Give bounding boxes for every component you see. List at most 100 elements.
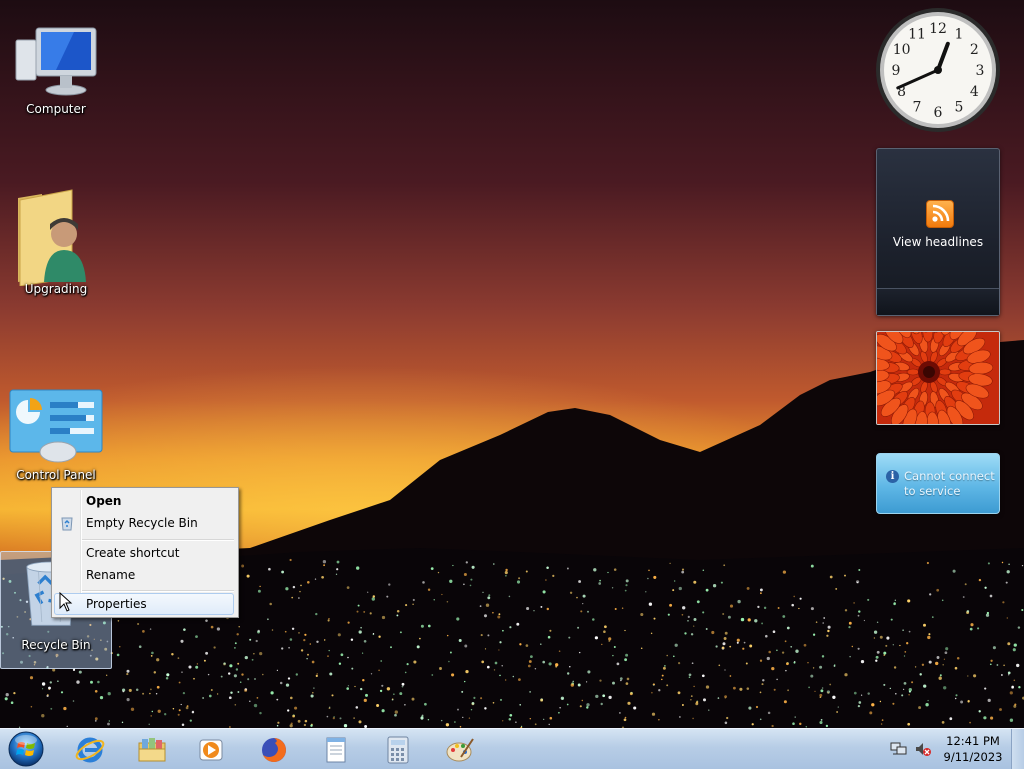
city-light (880, 723, 883, 725)
city-light (555, 665, 558, 668)
city-light (1005, 581, 1008, 584)
city-light (625, 579, 629, 583)
city-light (516, 622, 520, 626)
city-light (903, 682, 907, 685)
menu-item-properties[interactable]: Properties (54, 593, 234, 615)
city-light (799, 597, 802, 600)
city-light (767, 711, 771, 715)
start-button[interactable] (6, 730, 46, 768)
city-light (546, 566, 549, 570)
city-light (784, 640, 787, 643)
city-light (234, 647, 236, 649)
show-desktop-button[interactable] (1011, 729, 1024, 769)
city-light (329, 672, 333, 676)
city-light (498, 649, 500, 651)
city-light (358, 720, 362, 724)
city-light (820, 719, 823, 721)
city-light (480, 697, 483, 700)
city-light (94, 689, 98, 693)
city-light (776, 649, 778, 652)
menu-item-label: Empty Recycle Bin (86, 516, 198, 530)
network-icon[interactable] (890, 741, 908, 757)
clock-numeral: 10 (893, 42, 911, 58)
city-light (791, 603, 794, 607)
city-light (121, 721, 124, 724)
city-light (138, 645, 142, 649)
menu-item-open[interactable]: Open (54, 490, 234, 512)
city-light (381, 709, 385, 713)
upgrading-folder-desktop-icon[interactable]: Upgrading (6, 186, 106, 296)
weather-gadget[interactable]: i Cannot connect to service (876, 453, 1000, 514)
view-headlines-link[interactable]: View headlines (877, 235, 999, 249)
city-light (299, 590, 301, 593)
city-light (851, 645, 853, 648)
city-light (911, 681, 914, 684)
city-light (220, 675, 223, 678)
city-light (919, 673, 922, 676)
taskbar-notepad[interactable] (308, 731, 364, 767)
taskbar-clock-date[interactable]: 9/11/2023 (940, 750, 1006, 764)
city-light (238, 625, 240, 628)
city-light (708, 709, 710, 711)
city-light (253, 653, 255, 655)
city-light (464, 644, 468, 648)
city-light (558, 650, 561, 652)
city-light (452, 564, 454, 567)
clock-gadget[interactable]: 12 1234567891011 (874, 6, 1002, 134)
city-light (542, 590, 546, 594)
taskbar-calculator[interactable] (370, 731, 426, 767)
menu-item-empty-recycle-bin[interactable]: Empty Recycle Bin (54, 512, 234, 534)
city-light (307, 653, 309, 656)
city-light (611, 587, 614, 589)
computer-desktop-icon[interactable]: Computer (6, 22, 106, 116)
internet-explorer-icon (75, 737, 105, 763)
city-light (292, 585, 296, 589)
city-light (277, 721, 280, 724)
city-light (493, 563, 495, 565)
speaker-muted-icon[interactable] (914, 741, 932, 757)
city-light (810, 674, 814, 678)
city-light (255, 639, 258, 643)
control-panel-desktop-icon[interactable]: Control Panel (6, 388, 106, 482)
taskbar-windows-explorer[interactable] (124, 731, 180, 767)
city-light (885, 644, 888, 647)
city-light (1009, 691, 1013, 695)
taskbar-firefox[interactable] (246, 731, 302, 767)
city-light (499, 674, 501, 677)
city-light (790, 645, 793, 648)
slideshow-gadget[interactable] (876, 331, 1000, 425)
city-light (164, 713, 167, 716)
recycle-bin-context-menu[interactable]: Open Empty Recycle Bin Create shortcut R… (51, 487, 239, 618)
city-light (281, 570, 285, 574)
city-light (281, 647, 284, 650)
city-light (625, 584, 628, 587)
taskbar-paint[interactable] (432, 731, 488, 767)
menu-item-create-shortcut[interactable]: Create shortcut (54, 542, 234, 564)
city-light (427, 624, 431, 628)
city-light (999, 708, 1002, 711)
taskbar[interactable]: 12:41 PM 9/11/2023 (0, 728, 1024, 769)
city-light (471, 565, 475, 569)
taskbar-internet-explorer[interactable] (62, 731, 118, 767)
city-light (526, 606, 530, 611)
taskbar-media-player[interactable] (184, 731, 240, 767)
desktop[interactable]: Computer Upgrading Control Panel Recycle… (0, 0, 1024, 728)
taskbar-clock-time[interactable]: 12:41 PM (940, 734, 1006, 748)
clock-numeral: 12 (929, 21, 947, 37)
city-light (484, 648, 487, 650)
city-light (620, 679, 622, 682)
city-light (406, 663, 409, 666)
city-light (759, 691, 762, 694)
city-light (603, 630, 606, 633)
city-light (648, 602, 653, 606)
city-light (1013, 679, 1016, 682)
city-light (473, 696, 476, 699)
city-light (921, 663, 925, 666)
city-light (156, 685, 160, 689)
feed-headlines-gadget[interactable]: View headlines (876, 148, 1000, 316)
city-light (411, 697, 415, 701)
menu-item-rename[interactable]: Rename (54, 564, 234, 586)
city-light (569, 591, 573, 594)
city-light (777, 607, 780, 609)
city-light (213, 646, 216, 649)
